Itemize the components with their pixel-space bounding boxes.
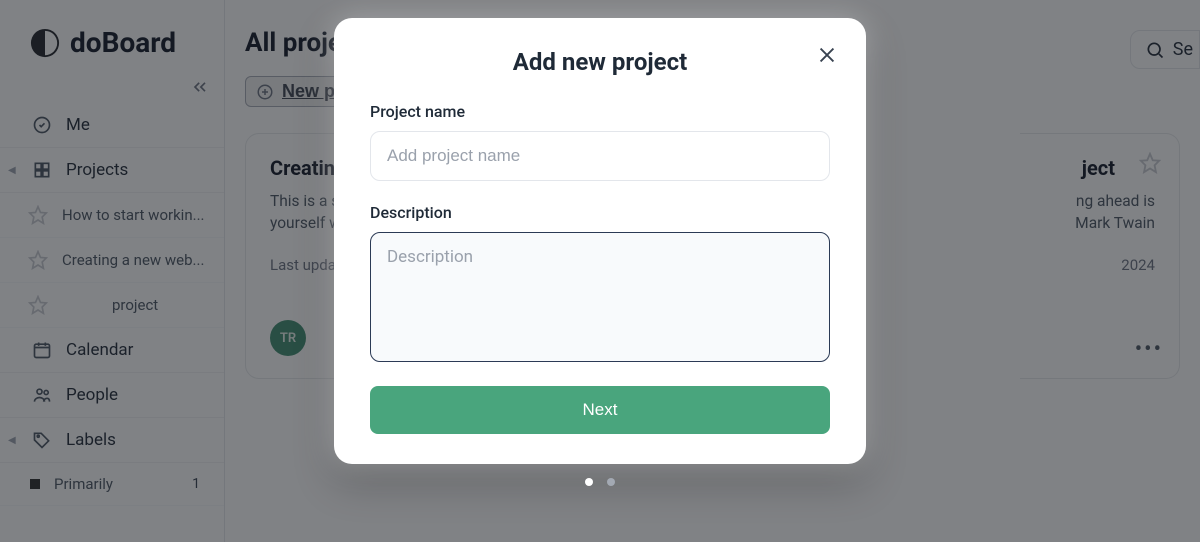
- pagination-dots: [585, 478, 615, 486]
- page-dot-1[interactable]: [585, 478, 593, 486]
- next-button-label: Next: [583, 400, 618, 419]
- modal-overlay: Add new project Project name Description…: [0, 0, 1200, 542]
- project-name-label: Project name: [370, 102, 830, 121]
- next-button[interactable]: Next: [370, 386, 830, 434]
- description-textarea[interactable]: [370, 232, 830, 362]
- close-icon: [816, 51, 838, 70]
- description-label: Description: [370, 203, 830, 222]
- app-root: doBoard Me ◀ Projects How to start worki…: [0, 0, 1200, 542]
- modal-title: Add new project: [370, 48, 830, 76]
- page-dot-2[interactable]: [607, 478, 615, 486]
- project-name-input[interactable]: [370, 131, 830, 181]
- add-project-modal: Add new project Project name Description…: [334, 18, 866, 464]
- close-button[interactable]: [816, 44, 838, 70]
